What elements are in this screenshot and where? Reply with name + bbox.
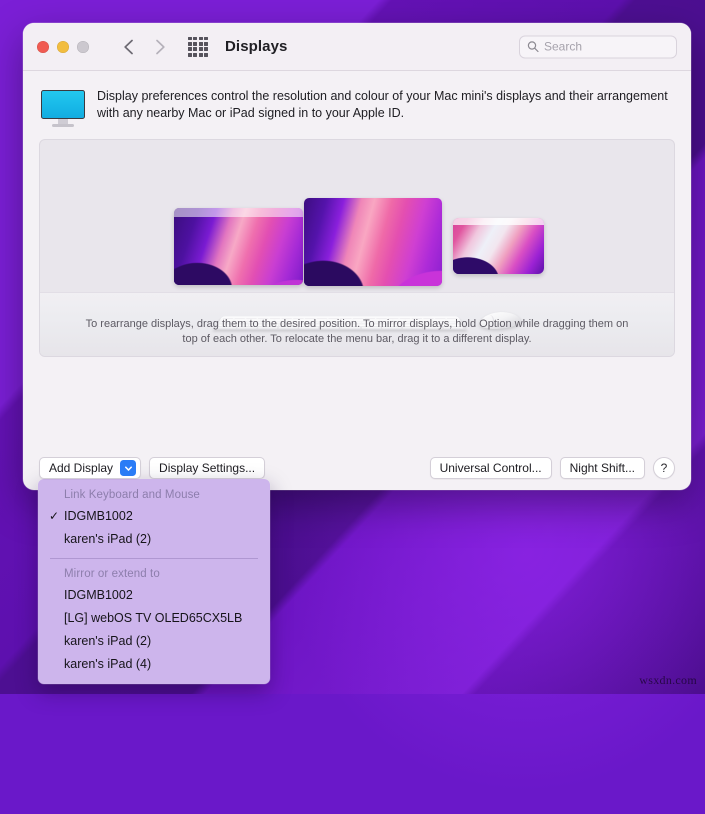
menu-item-mirror-karens-ipad-4[interactable]: karen's iPad (4) — [38, 653, 270, 676]
grid-apps-icon[interactable] — [187, 36, 209, 58]
menu-item-label: karen's iPad (2) — [64, 633, 152, 648]
menu-item-mirror-lg-webos-tv[interactable]: [LG] webOS TV OLED65CX5LB — [38, 607, 270, 630]
window-titlebar: Displays — [23, 23, 691, 71]
desk-surface: To rearrange displays, drag them to the … — [40, 292, 674, 356]
display-wallpaper — [304, 198, 442, 286]
intro-blurb-text: Display preferences control the resoluti… — [97, 89, 668, 120]
window-content: Display preferences control the resoluti… — [23, 71, 691, 357]
zoom-button[interactable] — [77, 40, 89, 53]
watermark-text: wsxdn.com — [639, 673, 697, 687]
search-field[interactable] — [519, 35, 677, 58]
help-button[interactable]: ? — [653, 457, 675, 479]
display-thumbnail-1[interactable] — [174, 208, 303, 285]
display-thumbnail-2[interactable] — [304, 198, 442, 286]
bottom-button-bar: Add Display Display Settings... Universa… — [39, 457, 675, 479]
add-display-button[interactable]: Add Display — [39, 457, 142, 479]
menu-item-mirror-karens-ipad-2[interactable]: karen's iPad (2) — [38, 630, 270, 653]
arrangement-hint-text: To rearrange displays, drag them to the … — [85, 318, 629, 345]
search-icon — [527, 41, 539, 53]
display-menu-bar[interactable] — [453, 218, 544, 225]
menu-section-header: Mirror or extend to — [64, 567, 160, 580]
close-button[interactable] — [37, 40, 49, 53]
menu-item-label: karen's iPad (4) — [64, 656, 152, 671]
add-display-dropdown-menu[interactable]: Link Keyboard and Mouse ✓ IDGMB1002 kare… — [38, 479, 270, 684]
chevron-left-icon[interactable] — [115, 34, 141, 60]
menu-item-label: IDGMB1002 — [64, 509, 133, 523]
display-monitor-icon — [41, 88, 85, 127]
navigation-buttons — [115, 34, 173, 60]
displays-preferences-window: Displays Display preferences control the… — [23, 23, 691, 490]
minimize-button[interactable] — [57, 40, 69, 53]
display-thumbnail-3[interactable] — [453, 218, 544, 274]
intro-blurb: Display preferences control the resoluti… — [39, 85, 675, 139]
display-menu-bar[interactable] — [174, 208, 303, 217]
display-stage[interactable] — [40, 140, 674, 292]
menu-item-link-idgmb1002[interactable]: ✓ IDGMB1002 — [38, 505, 270, 528]
traffic-light-buttons — [37, 40, 89, 53]
night-shift-button[interactable]: Night Shift... — [559, 457, 645, 479]
menu-item-label: karen's iPad (2) — [64, 532, 152, 546]
menu-section-header: Link Keyboard and Mouse — [64, 489, 200, 501]
display-wallpaper — [174, 208, 303, 285]
menu-item-label: [LG] webOS TV OLED65CX5LB — [64, 610, 243, 625]
menu-separator — [50, 558, 258, 559]
menu-item-link-karens-ipad-2[interactable]: karen's iPad (2) — [38, 528, 270, 551]
display-arrangement-area[interactable]: To rearrange displays, drag them to the … — [39, 139, 675, 357]
checkmark-icon: ✓ — [49, 509, 60, 523]
add-display-label: Add Display — [49, 461, 114, 475]
menu-item-label: IDGMB1002 — [64, 587, 133, 602]
display-settings-button[interactable]: Display Settings... — [149, 457, 266, 479]
universal-control-button[interactable]: Universal Control... — [429, 457, 552, 479]
search-input[interactable] — [544, 39, 669, 54]
chevron-right-icon[interactable] — [147, 34, 173, 60]
chevron-down-icon[interactable] — [120, 460, 137, 476]
display-wallpaper — [453, 218, 544, 274]
page-title: Displays — [225, 38, 288, 55]
menu-item-mirror-idgmb1002[interactable]: IDGMB1002 — [38, 584, 270, 607]
